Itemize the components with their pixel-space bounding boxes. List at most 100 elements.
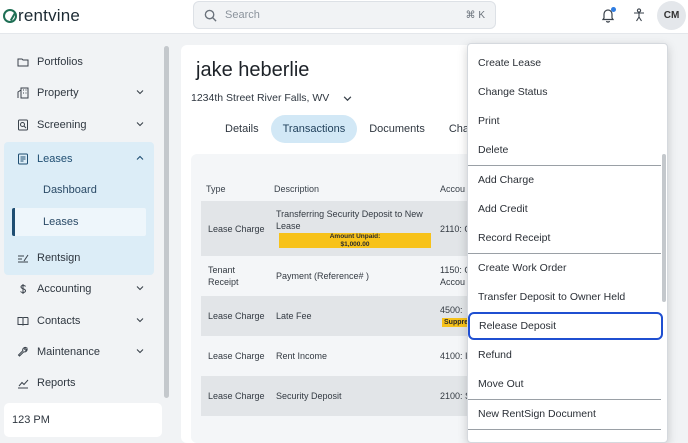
sidebar-item-screening[interactable]: Screening: [8, 111, 154, 139]
sidebar-item-label: Accounting: [37, 283, 92, 295]
amount-unpaid-badge: Amount Unpaid: $1,000.00: [279, 233, 431, 248]
chevron-down-icon: [136, 349, 144, 354]
sidebar-item-label: Rentsign: [37, 252, 81, 264]
sidebar-subitem-leases[interactable]: Leases: [12, 208, 146, 236]
document-icon: [18, 153, 28, 165]
logo[interactable]: rentvine: [3, 6, 80, 26]
row-type: Lease Charge: [208, 224, 265, 234]
table-row[interactable]: Lease Charge Security Deposit 2100: S: [201, 376, 501, 416]
row-account: 4100: I: [440, 351, 468, 361]
transactions-table: Type Description Accou Lease Charge Tran…: [191, 154, 501, 443]
menu-item-add-charge[interactable]: Add Charge: [468, 166, 661, 194]
tab-documents[interactable]: Documents: [357, 115, 437, 143]
row-description: Security Deposit: [276, 391, 342, 401]
sidebar-item-leases[interactable]: Leases: [8, 145, 154, 173]
row-description: Payment (Reference# ): [276, 271, 370, 281]
suppressed-badge: Suppre: [442, 318, 471, 327]
sidebar-item-maintenance[interactable]: Maintenance: [8, 338, 154, 366]
sidebar-item-label: Contacts: [37, 315, 81, 327]
address-text: 1234th Street River Falls, WV: [191, 92, 330, 104]
notification-dot: [611, 7, 616, 12]
wrench-icon: [17, 346, 28, 357]
sidebar-item-label: Portfolios: [37, 56, 83, 68]
tab-transactions[interactable]: Transactions: [270, 115, 358, 143]
sidebar-footer-time: 123 PM: [4, 403, 162, 437]
badge-amount: $1,000.00: [340, 240, 370, 248]
logo-text: rentvine: [18, 6, 81, 25]
menu-scrollbar[interactable]: [662, 154, 666, 302]
sidebar-item-label: Screening: [37, 119, 87, 131]
tab-details[interactable]: Details: [213, 115, 271, 143]
menu-item-delete[interactable]: Delete: [468, 136, 661, 164]
page-title: jake heberlie: [196, 59, 310, 81]
menu-item-change-status[interactable]: Change Status: [468, 78, 661, 106]
search-placeholder: Search: [225, 9, 260, 21]
top-bar: rentvine Search ⌘ K CM: [0, 0, 688, 34]
sidebar-item-reports[interactable]: Reports: [8, 369, 154, 397]
signature-icon: [18, 254, 29, 263]
search-icon: [204, 9, 217, 22]
avatar[interactable]: CM: [657, 1, 686, 30]
sidebar-item-portfolios[interactable]: Portfolios: [8, 48, 154, 76]
badge-label: Amount Unpaid:: [329, 233, 381, 240]
menu-item-record-receipt[interactable]: Record Receipt: [468, 224, 661, 252]
accessibility-icon[interactable]: [632, 8, 646, 22]
folder-icon: [17, 58, 29, 67]
sidebar-item-rentsign[interactable]: Rentsign: [8, 244, 154, 272]
sidebar-item-label: Reports: [37, 377, 76, 389]
menu-item-release-deposit[interactable]: Release Deposit: [468, 312, 663, 340]
actions-menu: Create Lease Change Status Print Delete …: [467, 43, 668, 443]
tab-bar: Details Transactions Documents Chat: [213, 115, 484, 143]
column-header-type: Type: [206, 184, 226, 194]
row-type: Tenant Receipt: [208, 265, 239, 287]
menu-divider: [468, 429, 661, 430]
row-type: Lease Charge: [208, 391, 265, 401]
address-selector[interactable]: 1234th Street River Falls, WV: [191, 92, 352, 104]
sidebar-item-accounting[interactable]: Accounting: [8, 275, 154, 303]
row-account-line2: Accou: [440, 277, 466, 287]
menu-item-add-credit[interactable]: Add Credit: [468, 195, 661, 223]
menu-item-create-work-order[interactable]: Create Work Order: [468, 254, 661, 282]
logo-mark-icon: [3, 9, 17, 23]
book-icon: [17, 317, 29, 326]
sidebar-item-contacts[interactable]: Contacts: [8, 307, 154, 335]
row-description: Late Fee: [276, 311, 312, 321]
sidebar-item-label: Maintenance: [37, 346, 100, 358]
chevron-down-icon: [136, 286, 144, 291]
building-icon: [17, 87, 29, 99]
table-row[interactable]: Lease Charge Transferring Security Depos…: [201, 201, 501, 256]
column-header-description: Description: [274, 184, 320, 194]
menu-item-create-lease[interactable]: Create Lease: [468, 49, 661, 77]
table-row[interactable]: Lease Charge Late Fee 4500: Suppre: [201, 296, 501, 336]
dollar-icon: [20, 284, 27, 294]
sidebar-item-label: Property: [37, 87, 79, 99]
chevron-down-icon: [136, 318, 144, 323]
menu-item-move-out[interactable]: Move Out: [468, 370, 661, 398]
row-account: 4500:: [440, 305, 463, 315]
row-description: Rent Income: [276, 351, 328, 361]
column-header-account: Accou: [440, 184, 466, 194]
row-type: Lease Charge: [208, 311, 265, 321]
menu-item-print[interactable]: Print: [468, 107, 661, 135]
search-shortcut: ⌘ K: [465, 9, 485, 21]
menu-item-transfer-deposit[interactable]: Transfer Deposit to Owner Held: [468, 283, 661, 311]
sidebar-scrollbar[interactable]: [164, 46, 169, 398]
sidebar-item-property[interactable]: Property: [8, 79, 154, 107]
menu-item-refund[interactable]: Refund: [468, 341, 661, 369]
screening-icon: [18, 119, 28, 131]
table-row[interactable]: Lease Charge Rent Income 4100: I: [201, 336, 501, 376]
sidebar: Portfolios Property Screening Leases Das…: [0, 34, 163, 443]
chevron-down-icon: [343, 95, 352, 101]
row-type: Lease Charge: [208, 351, 265, 361]
lease-detail-panel: jake heberlie 1234th Street River Falls,…: [181, 45, 501, 443]
row-description: Transferring Security Deposit to New Lea…: [276, 209, 423, 231]
sidebar-subitem-dashboard[interactable]: Dashboard: [12, 176, 146, 204]
menu-item-new-rentsign-document[interactable]: New RentSign Document: [468, 400, 661, 428]
chevron-down-icon: [136, 122, 144, 127]
table-row[interactable]: Tenant Receipt Payment (Reference# ) 115…: [201, 256, 501, 296]
chevron-up-icon: [136, 155, 144, 160]
chart-icon: [18, 379, 29, 389]
sidebar-item-label: Leases: [37, 153, 73, 165]
chevron-down-icon: [136, 90, 144, 95]
search-input[interactable]: Search ⌘ K: [193, 1, 496, 29]
